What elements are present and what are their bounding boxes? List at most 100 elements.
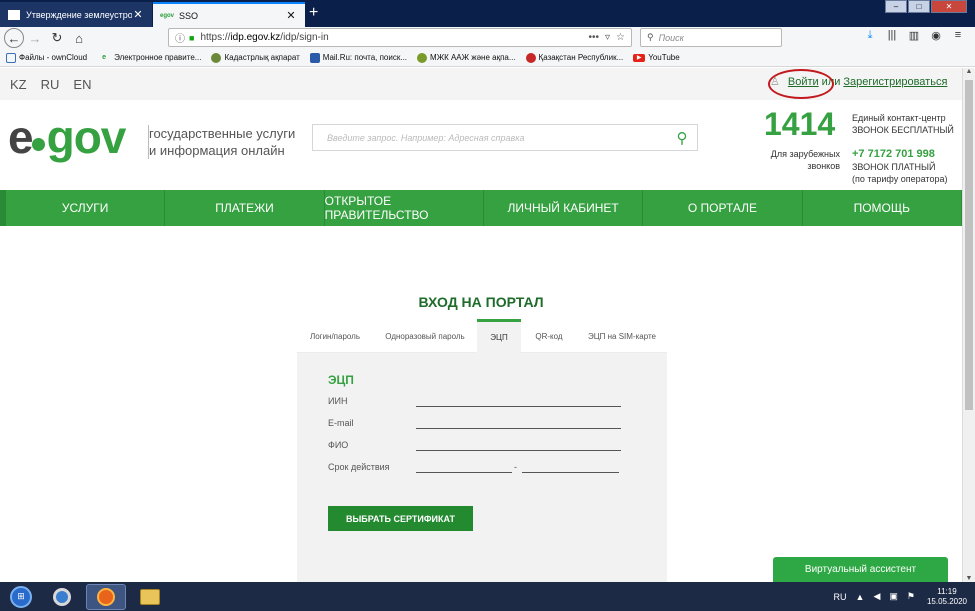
select-certificate-button[interactable]: ВЫБРАТЬ СЕРТИФИКАТ <box>328 506 473 531</box>
info-icon[interactable]: ⓘ <box>175 30 185 45</box>
lock-icon: ■ <box>189 32 195 43</box>
language-indicator[interactable]: RU <box>834 592 847 602</box>
page-actions-icon[interactable]: ••• <box>588 32 599 43</box>
forward-arrow-icon[interactable]: → <box>24 28 46 48</box>
windows-logo-icon: ⊞ <box>10 585 32 608</box>
tab-qr-code[interactable]: QR-код <box>521 319 577 353</box>
lang-en[interactable]: EN <box>73 77 91 92</box>
lang-kz[interactable]: KZ <box>10 77 27 92</box>
bookmark-youtube[interactable]: ▶ YouTube <box>633 53 680 62</box>
bookmark-owncloud[interactable]: Файлы - ownCloud <box>6 52 87 63</box>
field-label-fio: ФИО <box>328 440 349 450</box>
window-controls: – □ ✕ <box>884 0 967 13</box>
browser-toolbar: ⤓ ||| ▥ ◉ ≡ <box>859 29 969 42</box>
start-button[interactable]: ⊞ <box>4 583 38 610</box>
tab-eds-sim[interactable]: ЭЦП на SIM-карте <box>577 319 667 353</box>
nav-personal-cabinet[interactable]: ЛИЧНЫЙ КАБИНЕТ <box>484 190 644 226</box>
top-strip: KZ RU EN ♙ Войти или Зарегистрироваться <box>0 68 962 100</box>
browser-search-box[interactable]: ⚲ Поиск <box>640 28 782 47</box>
nav-help[interactable]: ПОМОЩЬ <box>803 190 962 226</box>
taskbar-explorer[interactable] <box>130 584 170 610</box>
eds-login-panel: ЭЦП ИИН E-mail ФИО Срок действия - ВЫБРА… <box>297 353 667 582</box>
volume-icon[interactable]: ◀ <box>873 591 880 602</box>
close-window-button[interactable]: ✕ <box>931 0 967 13</box>
nav-about[interactable]: О ПОРТАЛЕ <box>643 190 803 226</box>
browser-search-placeholder: Поиск <box>658 32 684 43</box>
pocket-icon[interactable]: ▿ <box>605 32 610 43</box>
login-title: ВХОД НА ПОРТАЛ <box>418 294 544 310</box>
scroll-up-icon[interactable]: ▲ <box>963 68 975 75</box>
scroll-down-icon[interactable]: ▼ <box>963 575 975 582</box>
sidebar-icon[interactable]: ▥ <box>903 29 925 42</box>
close-tab-icon[interactable]: ✕ <box>285 9 297 22</box>
contact-phone: +7 7172 701 998 <box>852 148 935 160</box>
nav-payments[interactable]: ПЛАТЕЖИ <box>165 190 325 226</box>
browser-tab-sso[interactable]: egov SSO ✕ <box>153 2 305 27</box>
virtual-assistant-button[interactable]: Виртуальный ассистент <box>773 557 948 582</box>
abroad-label: Для зарубежных звонков <box>770 149 840 171</box>
network-icon[interactable]: ▣ <box>889 591 898 602</box>
download-icon[interactable]: ⤓ <box>859 29 881 42</box>
site-search-input[interactable]: Введите запрос. Например: Адресная справ… <box>312 124 698 151</box>
contact-short-label: Единый контакт-центр ЗВОНОК БЕСПЛАТНЫЙ <box>852 113 954 135</box>
close-tab-icon[interactable]: ✕ <box>132 8 144 21</box>
url-bar[interactable]: ⓘ ■ https://idp.egov.kz/idp/sign-in ••• … <box>168 28 632 47</box>
mail-icon <box>309 52 320 63</box>
bookmark-kazakhstan[interactable]: Қазақстан Республик... <box>525 52 623 63</box>
bookmark-egov[interactable]: e Электронное правите... <box>97 53 201 63</box>
tab-eds[interactable]: ЭЦП <box>477 319 521 353</box>
tab-login-password[interactable]: Логин/пароль <box>297 319 373 353</box>
windows-taskbar: ⊞ RU ▲ ◀ ▣ ⚑ 11:19 15.05.2020 <box>0 582 975 611</box>
contact-short-number: 1414 <box>764 106 836 142</box>
language-switcher: KZ RU EN <box>10 68 105 100</box>
taskbar-chrome[interactable] <box>42 584 82 610</box>
scroll-thumb[interactable] <box>965 80 973 410</box>
page-scrollbar[interactable]: ▲ ▼ <box>962 68 975 582</box>
emblem-icon <box>211 52 222 63</box>
site-search-placeholder: Введите запрос. Например: Адресная справ… <box>327 132 525 143</box>
bookmark-mailru[interactable]: Mail.Ru: почта, поиск... <box>309 52 407 63</box>
folder-icon <box>6 52 16 63</box>
reload-icon[interactable]: ↻ <box>46 28 68 48</box>
lang-ru[interactable]: RU <box>41 77 60 92</box>
bookmark-star-icon[interactable]: ☆ <box>616 32 625 43</box>
emblem-icon <box>417 52 428 63</box>
egov-logo[interactable]: e gov <box>8 114 126 160</box>
bookmarks-bar: Файлы - ownCloud e Электронное правите...… <box>0 49 975 67</box>
tab-one-time-password[interactable]: Одноразовый пароль <box>373 319 477 353</box>
tray-expand-icon[interactable]: ▲ <box>856 592 865 602</box>
register-link[interactable]: Зарегистрироваться <box>843 76 947 88</box>
bookmark-cadastre[interactable]: Кадастрлық ақпарат <box>211 52 300 63</box>
egov-page: KZ RU EN ♙ Войти или Зарегистрироваться … <box>0 68 962 582</box>
maximize-button[interactable]: □ <box>908 0 930 13</box>
library-icon[interactable]: ||| <box>881 29 903 42</box>
flag-icon[interactable]: ⚑ <box>907 591 915 602</box>
back-arrow-icon[interactable]: ← <box>4 28 24 48</box>
gov-favicon-icon <box>8 9 20 20</box>
screen: Утверждение землеустроител ✕ egov SSO ✕ … <box>0 0 975 611</box>
logo-plus-icon <box>32 138 45 151</box>
validity-from-field <box>416 472 512 473</box>
home-icon[interactable]: ⌂ <box>68 28 90 48</box>
field-label-email: E-mail <box>328 418 354 428</box>
account-icon[interactable]: ◉ <box>925 29 947 42</box>
browser-tab-approval[interactable]: Утверждение землеустроител ✕ <box>0 2 152 27</box>
validity-to-field <box>522 472 619 473</box>
egov-icon: e <box>102 54 107 61</box>
new-tab-button[interactable]: + <box>309 4 318 22</box>
nav-services[interactable]: УСЛУГИ <box>0 190 166 226</box>
taskbar-firefox[interactable] <box>86 583 126 610</box>
menu-icon[interactable]: ≡ <box>947 29 969 42</box>
minimize-button[interactable]: – <box>885 0 907 13</box>
url-text[interactable]: https://idp.egov.kz/idp/sign-in <box>200 32 588 43</box>
form-title: ЭЦП <box>328 373 354 387</box>
egov-favicon-icon: egov <box>160 12 175 19</box>
bookmark-mzhk[interactable]: МЖК ААЖ және ақпа... <box>417 52 516 63</box>
main-nav: УСЛУГИ ПЛАТЕЖИ ОТКРЫТОЕ ПРАВИТЕЛЬСТВО ЛИ… <box>0 190 962 226</box>
youtube-icon: ▶ <box>633 53 646 62</box>
clock[interactable]: 11:19 15.05.2020 <box>927 587 967 607</box>
nav-open-government[interactable]: ОТКРЫТОЕ ПРАВИТЕЛЬСТВО <box>325 190 484 226</box>
field-label-validity: Срок действия <box>328 462 390 472</box>
emblem-icon <box>525 52 536 63</box>
search-icon[interactable]: ⚲ <box>667 129 697 147</box>
